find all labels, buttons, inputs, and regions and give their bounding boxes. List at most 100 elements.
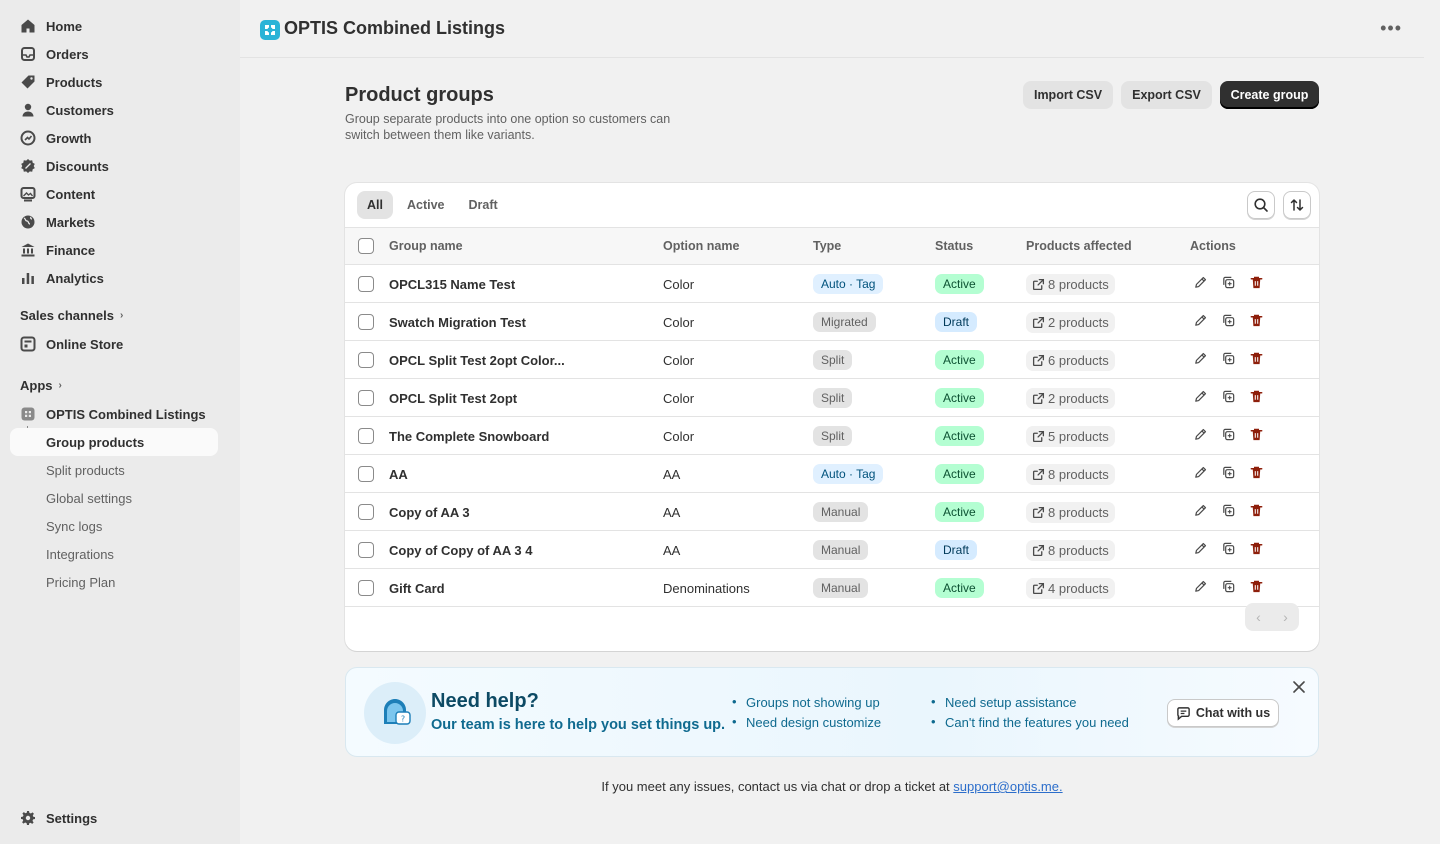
row-checkbox[interactable]: [358, 314, 374, 330]
duplicate-icon[interactable]: [1219, 463, 1237, 481]
nav-app-optis[interactable]: OPTIS Combined Listings: [10, 400, 218, 428]
nav-settings[interactable]: Settings: [10, 804, 218, 832]
row-checkbox[interactable]: [358, 542, 374, 558]
nav-customers[interactable]: Customers: [10, 96, 218, 124]
edit-icon[interactable]: [1191, 425, 1209, 443]
group-name[interactable]: The Complete Snowboard: [389, 429, 549, 444]
products-affected-link[interactable]: 8 products: [1026, 274, 1115, 295]
duplicate-icon[interactable]: [1219, 387, 1237, 405]
nav-discounts[interactable]: Discounts: [10, 152, 218, 180]
delete-icon[interactable]: [1247, 577, 1265, 595]
sub-item-pricing-plan[interactable]: Pricing Plan: [10, 568, 218, 596]
table-row[interactable]: OPCL Split Test 2opt Color... Color Split A…: [345, 341, 1319, 379]
products-affected-link[interactable]: 8 products: [1026, 464, 1115, 485]
table-row[interactable]: The Complete Snowboard Color Split Active 5 …: [345, 417, 1319, 455]
products-affected-link[interactable]: 5 products: [1026, 426, 1115, 447]
row-checkbox[interactable]: [358, 580, 374, 596]
row-checkbox[interactable]: [358, 390, 374, 406]
tab-draft[interactable]: Draft: [459, 191, 508, 219]
edit-icon[interactable]: [1191, 349, 1209, 367]
tab-active[interactable]: Active: [397, 191, 455, 219]
table-row[interactable]: OPCL Split Test 2opt Color Split Active 2 pr…: [345, 379, 1319, 417]
products-affected-link[interactable]: 8 products: [1026, 540, 1115, 561]
group-name[interactable]: Swatch Migration Test: [389, 315, 526, 330]
row-checkbox[interactable]: [358, 276, 374, 292]
row-checkbox[interactable]: [358, 466, 374, 482]
table-row[interactable]: Copy of Copy of AA 3 4 AA Manual Draft 8 pro…: [345, 531, 1319, 569]
chat-with-us-button[interactable]: Chat with us: [1167, 699, 1279, 727]
delete-icon[interactable]: [1247, 273, 1265, 291]
delete-icon[interactable]: [1247, 463, 1265, 481]
close-icon[interactable]: [1290, 678, 1308, 696]
sub-item-group-products[interactable]: Group products: [10, 428, 218, 456]
column-header[interactable]: Products affected: [1026, 239, 1132, 253]
products-affected-link[interactable]: 8 products: [1026, 502, 1115, 523]
edit-icon[interactable]: [1191, 387, 1209, 405]
duplicate-icon[interactable]: [1219, 577, 1237, 595]
export-csv-button[interactable]: Export CSV: [1121, 81, 1212, 109]
delete-icon[interactable]: [1247, 387, 1265, 405]
column-header[interactable]: Status: [935, 239, 973, 253]
row-checkbox[interactable]: [358, 352, 374, 368]
column-header[interactable]: Group name: [389, 239, 463, 253]
group-name[interactable]: AA: [389, 467, 408, 482]
column-header[interactable]: Option name: [663, 239, 739, 253]
group-name[interactable]: Copy of AA 3: [389, 505, 470, 520]
group-name[interactable]: Copy of Copy of AA 3 4: [389, 543, 532, 558]
group-name[interactable]: OPCL Split Test 2opt Color...: [389, 353, 565, 368]
edit-icon[interactable]: [1191, 539, 1209, 557]
tab-all[interactable]: All: [357, 191, 393, 219]
import-csv-button[interactable]: Import CSV: [1023, 81, 1113, 109]
duplicate-icon[interactable]: [1219, 425, 1237, 443]
products-affected-link[interactable]: 2 products: [1026, 388, 1115, 409]
duplicate-icon[interactable]: [1219, 311, 1237, 329]
nav-finance[interactable]: Finance: [10, 236, 218, 264]
delete-icon[interactable]: [1247, 311, 1265, 329]
edit-icon[interactable]: [1191, 463, 1209, 481]
search-button[interactable]: [1247, 191, 1275, 219]
products-affected-link[interactable]: 4 products: [1026, 578, 1115, 599]
support-email-link[interactable]: support@optis.me.: [953, 779, 1062, 794]
nav-home[interactable]: Home: [10, 12, 218, 40]
edit-icon[interactable]: [1191, 311, 1209, 329]
table-row[interactable]: AA AA Auto · Tag Active 8 products: [345, 455, 1319, 493]
sub-item-split-products[interactable]: Split products: [10, 456, 218, 484]
sub-item-sync-logs[interactable]: Sync logs: [10, 512, 218, 540]
next-page-icon[interactable]: ›: [1283, 609, 1288, 625]
duplicate-icon[interactable]: [1219, 501, 1237, 519]
table-row[interactable]: Swatch Migration Test Color Migrated Draft 2…: [345, 303, 1319, 341]
nav-growth[interactable]: Growth: [10, 124, 218, 152]
delete-icon[interactable]: [1247, 425, 1265, 443]
group-name[interactable]: OPCL Split Test 2opt: [389, 391, 517, 406]
table-row[interactable]: Gift Card Denominations Manual Active 4 prod…: [345, 569, 1319, 607]
nav-orders[interactable]: Orders: [10, 40, 218, 68]
group-name[interactable]: OPCL315 Name Test: [389, 277, 515, 292]
products-affected-link[interactable]: 6 products: [1026, 350, 1115, 371]
nav-analytics[interactable]: Analytics: [10, 264, 218, 292]
table-row[interactable]: OPCL315 Name Test Color Auto · Tag Active 8 …: [345, 265, 1319, 303]
nav-products[interactable]: Products: [10, 68, 218, 96]
create-group-button[interactable]: Create group: [1220, 81, 1319, 109]
group-name[interactable]: Gift Card: [389, 581, 445, 596]
row-checkbox[interactable]: [358, 428, 374, 444]
nav-online-store[interactable]: Online Store: [10, 330, 218, 358]
delete-icon[interactable]: [1247, 501, 1265, 519]
delete-icon[interactable]: [1247, 349, 1265, 367]
sales-channels-header[interactable]: Sales channels ›: [20, 308, 123, 323]
sub-item-integrations[interactable]: Integrations: [10, 540, 218, 568]
sub-item-global-settings[interactable]: Global settings: [10, 484, 218, 512]
edit-icon[interactable]: [1191, 501, 1209, 519]
delete-icon[interactable]: [1247, 539, 1265, 557]
nav-content[interactable]: Content: [10, 180, 218, 208]
sort-button[interactable]: [1283, 191, 1311, 219]
edit-icon[interactable]: [1191, 273, 1209, 291]
apps-header[interactable]: Apps ›: [20, 378, 62, 393]
select-all-checkbox[interactable]: [358, 238, 374, 254]
duplicate-icon[interactable]: [1219, 539, 1237, 557]
duplicate-icon[interactable]: [1219, 349, 1237, 367]
row-checkbox[interactable]: [358, 504, 374, 520]
column-header[interactable]: Type: [813, 239, 841, 253]
edit-icon[interactable]: [1191, 577, 1209, 595]
previous-page-icon[interactable]: ‹: [1256, 609, 1261, 625]
nav-markets[interactable]: Markets: [10, 208, 218, 236]
